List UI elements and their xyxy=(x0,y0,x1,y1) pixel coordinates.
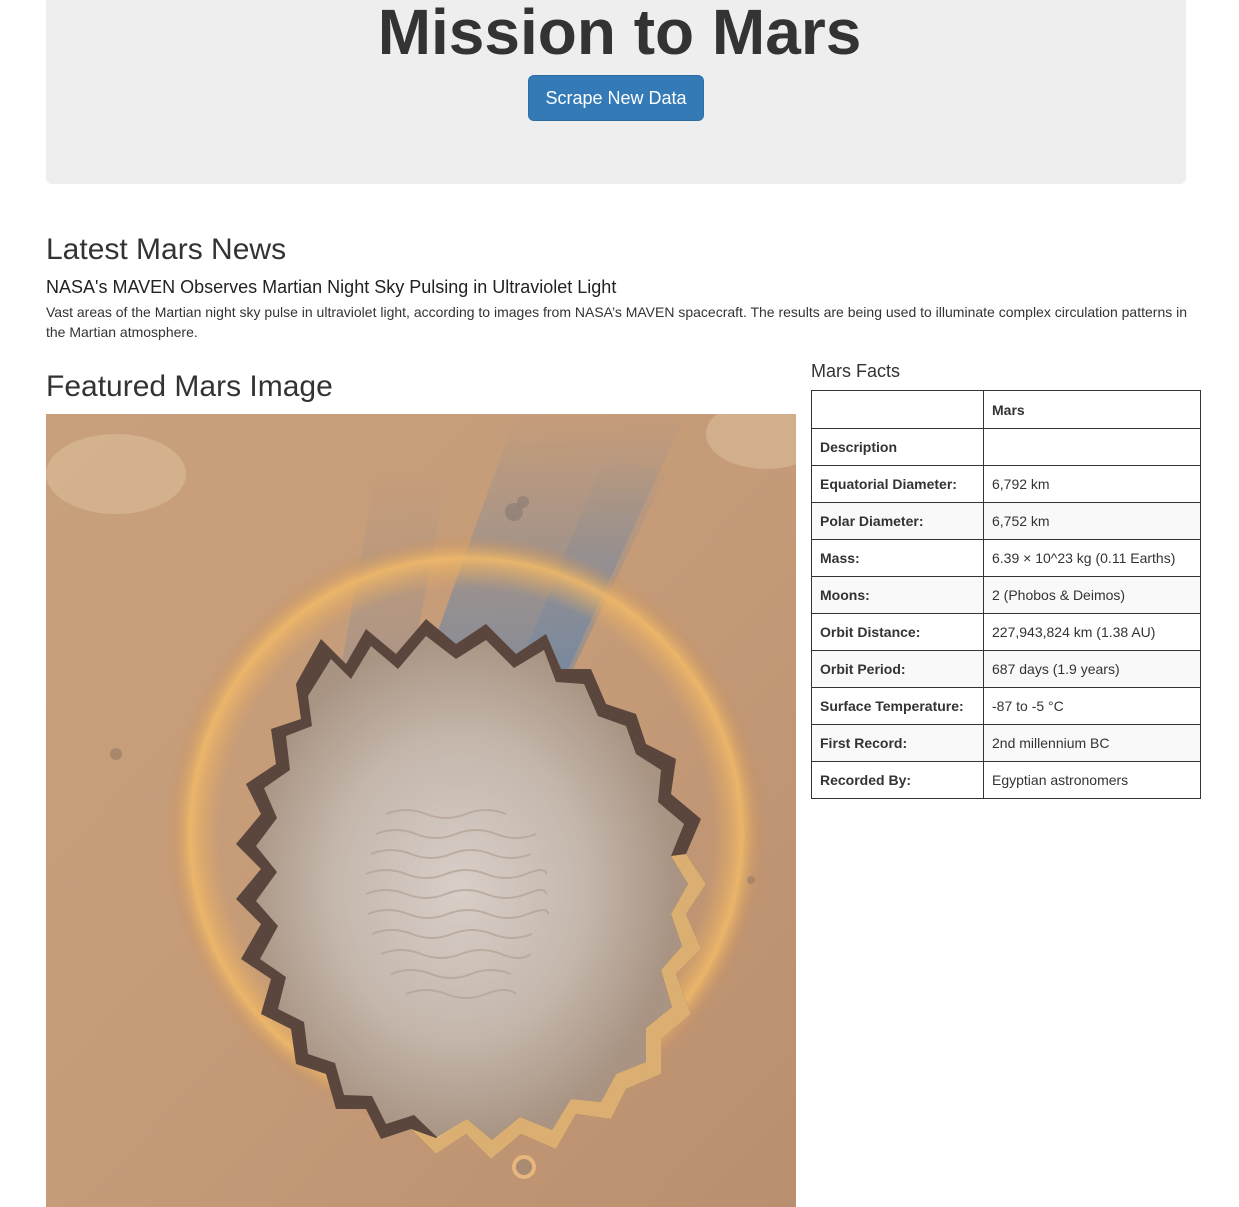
featured-image-heading: Featured Mars Image xyxy=(46,370,333,403)
table-header-cell xyxy=(811,390,984,429)
fact-value xyxy=(983,428,1201,466)
fact-label: Orbit Period: xyxy=(811,650,984,688)
featured-mars-image xyxy=(46,414,796,1207)
table-row: Polar Diameter: 6,752 km xyxy=(811,502,1201,540)
fact-value: 2nd millennium BC xyxy=(983,724,1201,762)
fact-label: Equatorial Diameter: xyxy=(811,465,984,503)
fact-label: First Record: xyxy=(811,724,984,762)
table-header-row: Mars xyxy=(811,390,1201,429)
fact-label: Description xyxy=(811,428,984,466)
table-row: Equatorial Diameter: 6,792 km xyxy=(811,465,1201,503)
news-title: NASA's MAVEN Observes Martian Night Sky … xyxy=(46,277,617,297)
fact-label: Polar Diameter: xyxy=(811,502,984,540)
table-row: Recorded By: Egyptian astronomers xyxy=(811,761,1201,799)
fact-value: 6,792 km xyxy=(983,465,1201,503)
table-header-cell: Mars xyxy=(983,390,1201,429)
table-row: Description xyxy=(811,428,1201,466)
mars-facts-table: Mars Description Equatorial Diameter: 6,… xyxy=(811,390,1201,799)
table-row: Moons: 2 (Phobos & Deimos) xyxy=(811,576,1201,614)
fact-value: 6.39 × 10^23 kg (0.11 Earths) xyxy=(983,539,1201,577)
table-row: Orbit Distance: 227,943,824 km (1.38 AU) xyxy=(811,613,1201,651)
latest-news-heading: Latest Mars News xyxy=(46,233,287,266)
fact-value: 227,943,824 km (1.38 AU) xyxy=(983,613,1201,651)
table-row: Surface Temperature: -87 to -5 °C xyxy=(811,687,1201,725)
table-row: Orbit Period: 687 days (1.9 years) xyxy=(811,650,1201,688)
fact-label: Orbit Distance: xyxy=(811,613,984,651)
scrape-new-data-button[interactable]: Scrape New Data xyxy=(528,75,704,121)
mars-facts-heading: Mars Facts xyxy=(811,361,901,381)
fact-label: Moons: xyxy=(811,576,984,614)
fact-value: 687 days (1.9 years) xyxy=(983,650,1201,688)
crater-photo xyxy=(46,414,796,1207)
fact-label: Recorded By: xyxy=(811,761,984,799)
table-row: First Record: 2nd millennium BC xyxy=(811,724,1201,762)
table-row: Mass: 6.39 × 10^23 kg (0.11 Earths) xyxy=(811,539,1201,577)
fact-value: -87 to -5 °C xyxy=(983,687,1201,725)
news-paragraph: Vast areas of the Martian night sky puls… xyxy=(46,304,1188,340)
fact-label: Surface Temperature: xyxy=(811,687,984,725)
fact-value: 6,752 km xyxy=(983,502,1201,540)
page-title: Mission to Mars xyxy=(377,0,862,68)
fact-value: Egyptian astronomers xyxy=(983,761,1201,799)
fact-label: Mass: xyxy=(811,539,984,577)
fact-value: 2 (Phobos & Deimos) xyxy=(983,576,1201,614)
